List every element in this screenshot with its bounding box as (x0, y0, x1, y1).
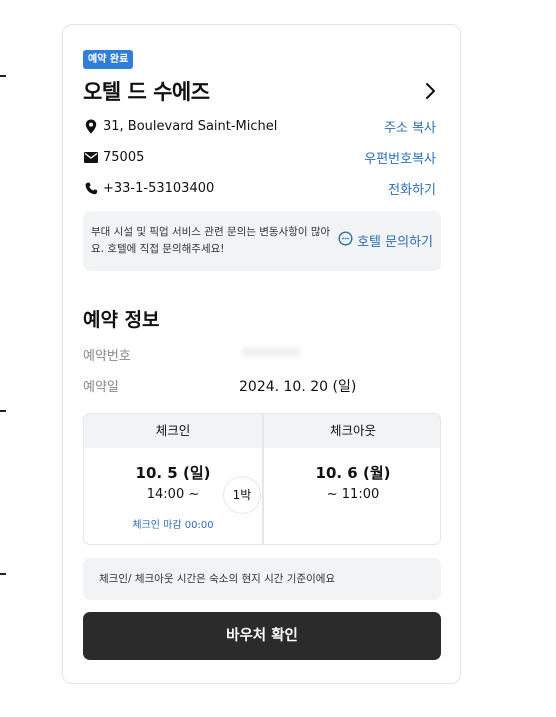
copy-address-link[interactable]: 주소 복사 (384, 117, 436, 136)
location-pin-icon (83, 118, 99, 134)
booking-number-label: 예약번호 (83, 349, 131, 364)
edge-mark (0, 75, 6, 77)
nights-badge: 1박 (224, 477, 260, 513)
notice-message: 부대 시설 및 픽업 서비스 관련 문의는 변동사항이 많아요. 호텔에 직접 … (91, 226, 331, 255)
booking-date-label: 예약일 (83, 380, 119, 395)
stay-period: 체크인 10. 5 (일) 14:00 ~ 체크인 마감 00:00 체크아웃 … (83, 413, 441, 545)
status-badge: 예약 완료 (83, 50, 134, 69)
address-row: 31, Boulevard Saint-Michel 주소 복사 (83, 115, 436, 137)
mail-icon (83, 149, 99, 165)
phone-text: +33-1-53103400 (103, 180, 215, 196)
call-link[interactable]: 전화하기 (388, 179, 436, 198)
booking-info-title: 예약 정보 (83, 309, 160, 331)
phone-row: +33-1-53103400 전화하기 (83, 177, 436, 199)
inquiry-label: 호텔 문의하기 (357, 235, 433, 250)
checkout-header: 체크아웃 (264, 414, 440, 448)
address-text: 31, Boulevard Saint-Michel (103, 118, 278, 134)
postal-code-text: 75005 (103, 149, 145, 165)
checkin-header: 체크인 (84, 414, 262, 448)
booking-number-redacted (241, 347, 301, 357)
checkout-date: 10. 6 (월) (315, 464, 391, 482)
hotel-inquiry-button[interactable]: 호텔 문의하기 (338, 231, 433, 250)
chat-icon (338, 231, 357, 250)
chevron-right-icon[interactable] (422, 81, 438, 101)
postal-row: 75005 우편번호복사 (83, 146, 436, 168)
copy-postal-link[interactable]: 우편번호복사 (364, 148, 436, 167)
hotel-name[interactable]: 오텔 드 수에즈 (83, 76, 210, 106)
inquiry-notice: 부대 시설 및 픽업 서비스 관련 문의는 변동사항이 많아요. 호텔에 직접 … (83, 211, 441, 271)
edge-mark (0, 573, 6, 575)
timezone-note: 체크인/ 체크아웃 시간은 숙소의 현지 시간 기준이에요 (83, 558, 441, 600)
edge-mark (0, 410, 6, 412)
voucher-button[interactable]: 바우처 확인 (83, 612, 441, 660)
phone-icon (83, 180, 99, 196)
checkin-deadline: 체크인 마감 00:00 (132, 520, 214, 531)
checkout-time: ~ 11:00 (326, 487, 380, 502)
checkout-column: 체크아웃 10. 6 (월) ~ 11:00 (264, 414, 440, 544)
reservation-card: 예약 완료 오텔 드 수에즈 31, Boulevard Saint-Miche… (62, 24, 461, 684)
booking-date-value: 2024. 10. 20 (일) (239, 379, 357, 395)
